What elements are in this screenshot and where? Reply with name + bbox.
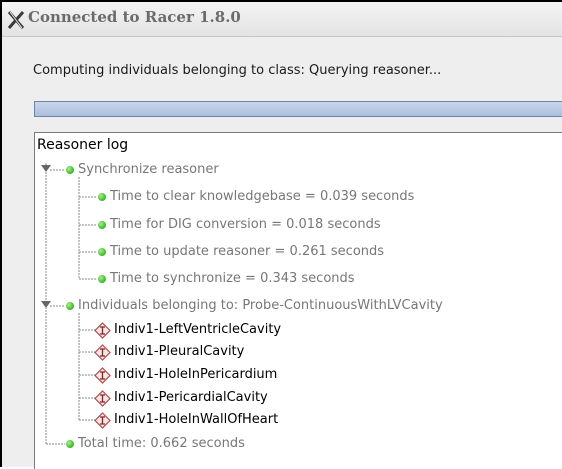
individual-diamond-icon — [94, 367, 111, 384]
individual-diamond-icon — [94, 344, 111, 361]
green-dot-icon — [66, 440, 74, 448]
individual-diamond-icon — [94, 390, 111, 407]
title-bar[interactable]: Connected to Racer 1.8.0 — [2, 2, 562, 37]
x-window-icon — [8, 11, 24, 29]
green-dot-icon — [98, 275, 106, 283]
racer-connection-window: Connected to Racer 1.8.0 Computing indiv… — [0, 0, 562, 469]
green-dot-icon — [98, 193, 106, 201]
window-title: Connected to Racer 1.8.0 — [28, 8, 241, 26]
individual-diamond-icon — [94, 412, 111, 429]
individual-diamond-icon — [94, 322, 111, 339]
green-dot-icon — [98, 221, 106, 229]
expanded-triangle-icon[interactable] — [41, 301, 51, 308]
progress-fill — [35, 102, 562, 116]
status-message: Computing individuals belonging to class… — [33, 63, 442, 78]
green-dot-icon — [98, 248, 106, 256]
expanded-triangle-icon[interactable] — [41, 165, 51, 172]
reasoner-log-panel[interactable]: Reasoner log Synchronize reasoner Time t… — [34, 132, 562, 469]
green-dot-icon — [66, 302, 74, 310]
progress-bar — [34, 101, 562, 117]
green-dot-icon — [66, 166, 74, 174]
